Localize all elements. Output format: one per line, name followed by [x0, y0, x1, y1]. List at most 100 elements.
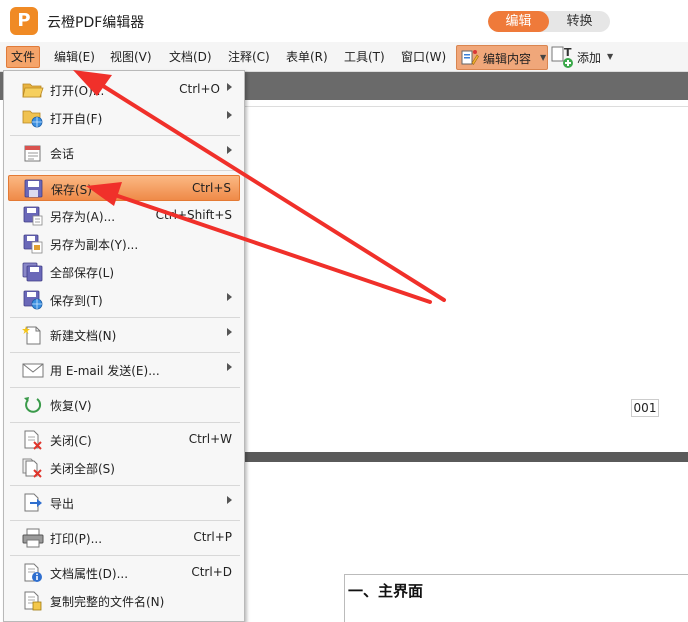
file-menu-item-label: 复制完整的文件名(N)	[50, 595, 165, 609]
new-document-icon	[22, 326, 41, 345]
add-label[interactable]: 添加	[577, 49, 601, 66]
page-number: 001	[631, 399, 659, 417]
folder-open-icon	[22, 83, 44, 98]
menu-separator	[10, 387, 240, 388]
document-info-icon	[24, 563, 42, 582]
menu-window[interactable]: 窗口(W)	[397, 46, 450, 68]
file-dropdown-menu: 打开(O)... Ctrl+O 打开自(F) 会话 保存(S) Ctrl+S 另…	[3, 70, 245, 622]
file-menu-item-label: 关闭全部(S)	[50, 462, 115, 476]
file-menu-item-label: 另存为副本(Y)...	[50, 238, 139, 252]
file-menu-item-label: 用 E-mail 发送(E)...	[50, 364, 160, 378]
chevron-down-icon: ▼	[540, 53, 547, 62]
document-copy-icon	[24, 591, 42, 611]
file-menu-item-label: 文档属性(D)...	[50, 567, 129, 581]
mode-convert-button[interactable]: 转换	[549, 11, 610, 32]
menu-form[interactable]: 表单(R)	[282, 46, 332, 68]
page-divider	[245, 452, 688, 462]
file-menu-item-new-document[interactable]: 新建文档(N)	[8, 322, 240, 348]
menu-edit[interactable]: 编辑(E)	[50, 46, 99, 68]
printer-icon	[22, 528, 44, 548]
submenu-arrow-icon	[227, 111, 232, 119]
file-menu-item-copy-filename[interactable]: 复制完整的文件名(N)	[8, 588, 240, 614]
floppy-disk-globe-icon	[23, 290, 43, 310]
title-bar: P 云橙PDF编辑器 编辑 转换	[0, 0, 688, 42]
submenu-arrow-icon	[227, 328, 232, 336]
app-title: 云橙PDF编辑器	[47, 15, 145, 31]
file-menu-item-shortcut: Ctrl+S	[191, 181, 231, 195]
menu-separator	[10, 170, 240, 171]
file-menu-item-send-email[interactable]: 用 E-mail 发送(E)...	[8, 357, 240, 383]
mode-switch: 编辑 转换	[488, 11, 610, 32]
file-menu-item-close[interactable]: 关闭(C) Ctrl+W	[8, 427, 240, 453]
file-menu-item-label: 关闭(C)	[50, 434, 92, 448]
menu-comment[interactable]: 注释(C)	[224, 46, 274, 68]
submenu-arrow-icon	[227, 293, 232, 301]
file-menu-item-open-from[interactable]: 打开自(F)	[8, 105, 240, 131]
chevron-down-icon[interactable]: ▼	[607, 52, 613, 61]
mode-edit-button[interactable]: 编辑	[488, 11, 549, 32]
submenu-arrow-icon	[227, 146, 232, 154]
edit-content-label: 编辑内容	[483, 52, 532, 66]
menu-separator	[10, 422, 240, 423]
file-menu-item-save[interactable]: 保存(S) Ctrl+S	[8, 175, 240, 201]
submenu-arrow-icon	[227, 496, 232, 504]
section-heading: 一、主界面	[348, 582, 424, 600]
file-menu-item-label: 另存为(A)...	[50, 210, 116, 224]
file-menu-item-revert[interactable]: 恢复(V)	[8, 392, 240, 418]
file-menu-item-close-all[interactable]: 关闭全部(S)	[8, 455, 240, 481]
submenu-arrow-icon	[227, 83, 232, 91]
file-menu-item-shortcut: Ctrl+P	[193, 530, 232, 544]
file-menu-item-shortcut: Ctrl+D	[191, 565, 232, 579]
file-menu-item-label: 打开(O)...	[50, 84, 105, 98]
file-menu-item-save-as[interactable]: 另存为(A)... Ctrl+Shift+S	[8, 203, 240, 229]
envelope-icon	[22, 363, 44, 378]
floppy-disk-copy-icon	[23, 234, 43, 254]
menu-separator	[10, 135, 240, 136]
file-menu-item-document-properties[interactable]: 文档属性(D)... Ctrl+D	[8, 560, 240, 586]
file-menu-item-label: 打印(P)...	[50, 532, 103, 546]
floppy-disk-stack-icon	[22, 262, 43, 282]
file-menu-item-open[interactable]: 打开(O)... Ctrl+O	[8, 77, 240, 103]
submenu-arrow-icon	[227, 363, 232, 371]
file-menu-item-print[interactable]: 打印(P)... Ctrl+P	[8, 525, 240, 551]
menu-tools[interactable]: 工具(T)	[340, 46, 389, 68]
file-menu-item-label: 保存到(T)	[50, 294, 103, 308]
calendar-icon	[24, 145, 41, 162]
file-menu-item-save-all[interactable]: 全部保存(L)	[8, 259, 240, 285]
menu-separator	[10, 352, 240, 353]
edit-content-button[interactable]: 编辑内容 ▼	[456, 45, 548, 70]
menu-view[interactable]: 视图(V)	[106, 46, 156, 68]
file-menu-item-label: 会话	[50, 147, 75, 161]
file-menu-item-shortcut: Ctrl+W	[188, 432, 232, 446]
menu-separator	[10, 520, 240, 521]
folder-globe-icon	[22, 110, 43, 128]
menu-separator	[10, 485, 240, 486]
file-menu-item-export[interactable]: 导出	[8, 490, 240, 516]
document-page[interactable]	[245, 106, 688, 452]
export-arrow-icon	[24, 493, 42, 512]
menu-separator	[10, 317, 240, 318]
menu-separator	[10, 555, 240, 556]
file-menu-item-label: 恢复(V)	[50, 399, 92, 413]
documents-close-icon	[22, 458, 42, 478]
file-menu-item-label: 全部保存(L)	[50, 266, 115, 280]
floppy-disk-icon	[24, 179, 43, 198]
revert-arrow-icon	[24, 397, 42, 413]
file-menu-item-label: 新建文档(N)	[50, 329, 117, 343]
file-menu-item-label: 打开自(F)	[50, 112, 103, 126]
svg-text:T: T	[564, 46, 572, 59]
file-menu-item-shortcut: Ctrl+Shift+S	[155, 208, 232, 222]
edit-content-icon	[461, 50, 479, 65]
file-menu-item-label: 导出	[50, 497, 75, 511]
menu-file[interactable]: 文件	[6, 46, 41, 68]
file-menu-item-save-copy[interactable]: 另存为副本(Y)...	[8, 231, 240, 257]
file-menu-item-save-to[interactable]: 保存到(T)	[8, 287, 240, 313]
file-menu-item-session[interactable]: 会话	[8, 140, 240, 166]
app-logo-icon: P	[10, 7, 38, 35]
add-text-icon[interactable]: T	[551, 45, 575, 69]
file-menu-item-shortcut: Ctrl+O	[179, 82, 220, 96]
menu-document[interactable]: 文档(D)	[165, 46, 216, 68]
floppy-disk-pencil-icon	[23, 206, 43, 226]
file-menu-item-label: 保存(S)	[51, 183, 92, 197]
document-close-icon	[24, 430, 42, 450]
